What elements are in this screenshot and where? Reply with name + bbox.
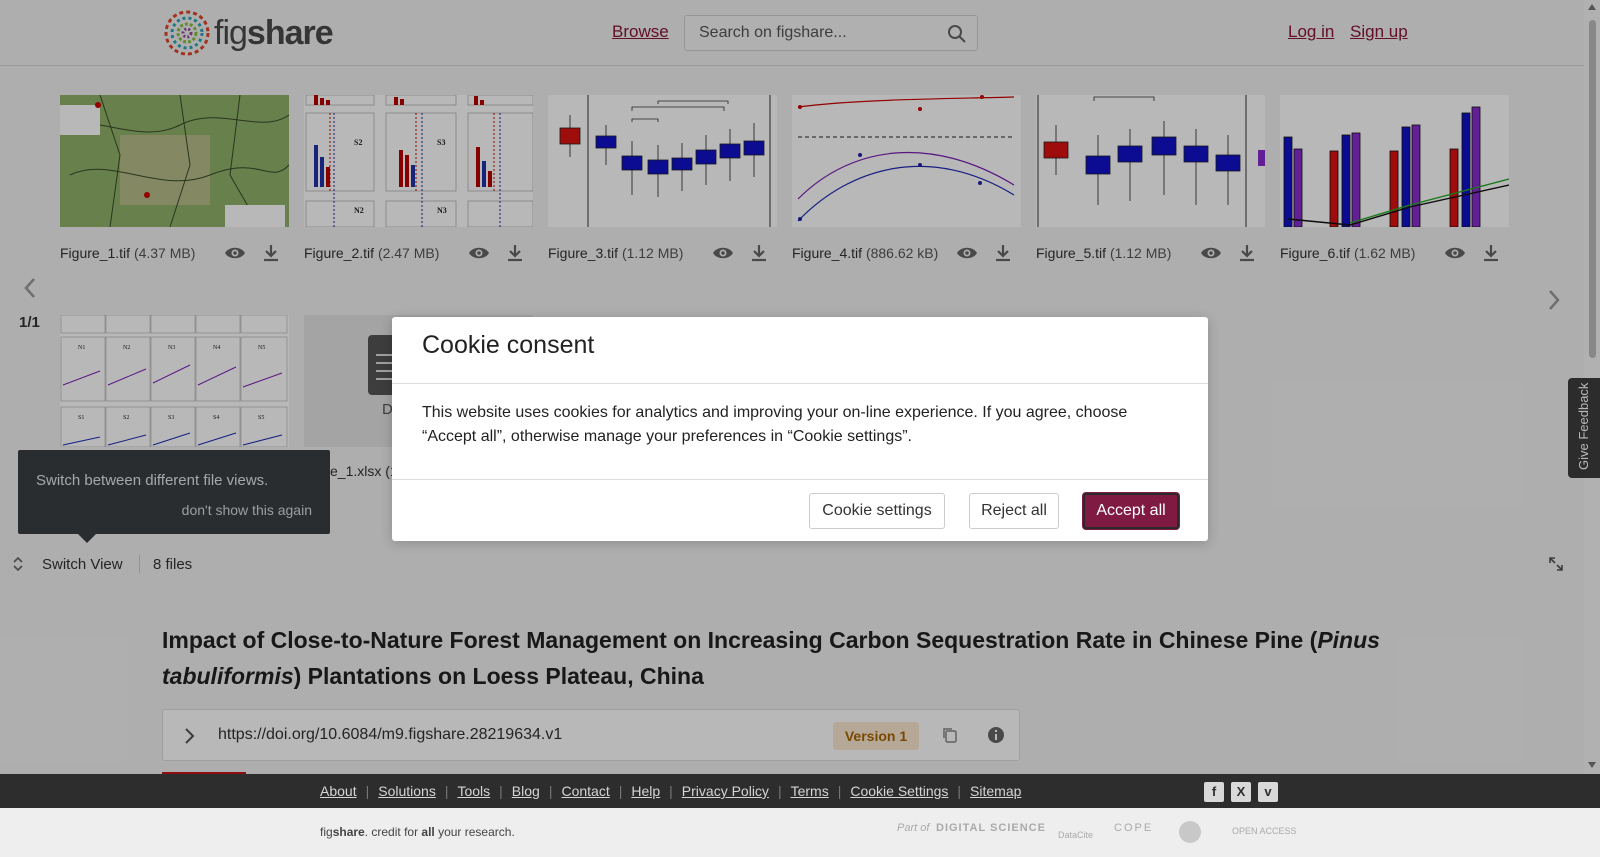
dialog-divider <box>392 383 1208 384</box>
vimeo-icon[interactable]: v <box>1258 782 1278 802</box>
dialog-divider <box>392 479 1208 480</box>
datacite-logo[interactable]: DataCite <box>1058 830 1093 840</box>
footer-tagline: figshare. credit for all your research. <box>320 825 515 839</box>
footer-link-privacy[interactable]: Privacy Policy <box>682 783 769 799</box>
footer-link-sitemap[interactable]: Sitemap <box>970 783 1021 799</box>
cookie-dialog-title: Cookie consent <box>422 331 595 359</box>
reject-all-button[interactable]: Reject all <box>969 493 1059 529</box>
footer-link-tools[interactable]: Tools <box>457 783 490 799</box>
cope-logo[interactable]: COPE <box>1114 822 1153 834</box>
cookie-dialog-body: This website uses cookies for analytics … <box>422 404 1128 445</box>
digital-science-logo[interactable]: DIGITAL SCIENCE <box>936 822 1046 834</box>
open-access-logo[interactable]: OPEN ACCESS <box>1232 826 1297 836</box>
x-icon[interactable]: X <box>1231 782 1251 802</box>
footer-bottom: figshare. credit for all your research. … <box>0 808 1600 857</box>
footer-links-bar: About | Solutions | Tools | Blog | Contact | … <box>0 774 1600 808</box>
footer-link-about[interactable]: About <box>320 783 357 799</box>
footer-nav: About | Solutions | Tools | Blog | Contact | … <box>320 783 1022 799</box>
footer-link-blog[interactable]: Blog <box>512 783 540 799</box>
facebook-icon[interactable]: f <box>1204 782 1224 802</box>
footer-link-solutions[interactable]: Solutions <box>378 783 436 799</box>
footer-link-help[interactable]: Help <box>631 783 660 799</box>
cookie-settings-button[interactable]: Cookie settings <box>809 493 945 529</box>
footer-link-cookie-settings[interactable]: Cookie Settings <box>850 783 948 799</box>
accept-all-button[interactable]: Accept all <box>1083 493 1179 529</box>
footer-link-terms[interactable]: Terms <box>791 783 829 799</box>
globe-logo-icon[interactable] <box>1178 820 1202 844</box>
footer-link-contact[interactable]: Contact <box>561 783 609 799</box>
cookie-consent-dialog: Cookie consent This website uses cookies… <box>392 317 1208 541</box>
part-of-label: Part of <box>897 822 930 834</box>
